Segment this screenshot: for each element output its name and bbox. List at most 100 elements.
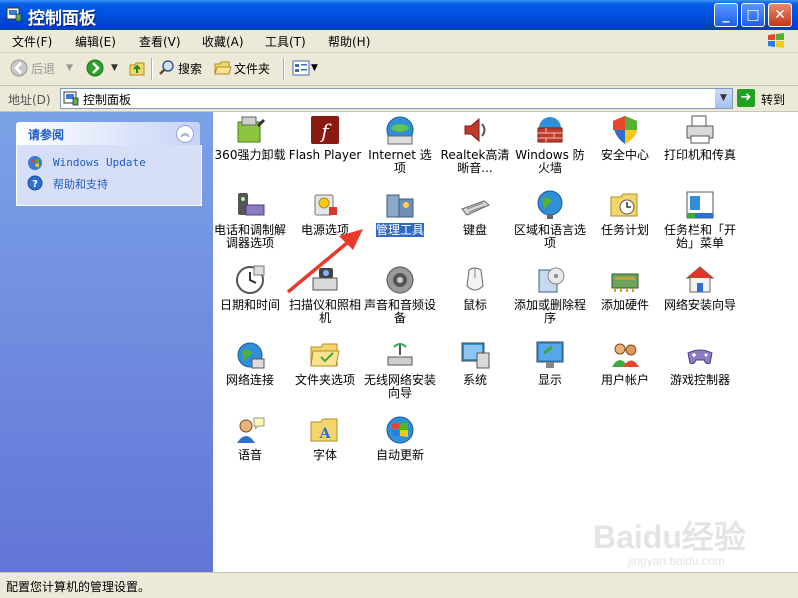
cp-item[interactable]: 电源选项 [288,189,362,263]
forward-arrow-icon[interactable] [86,59,104,77]
cp-item[interactable]: 无线网络安装向导 [363,339,437,413]
watermark-sub: jingyan.baidu.com [628,554,725,568]
cp-item[interactable]: 360强力卸载 [213,114,287,188]
menu-help[interactable]: 帮助(H) [328,33,370,50]
cp-item-label: 扫描仪和照相机 [288,298,361,325]
views-icon[interactable] [292,59,310,77]
menu-view[interactable]: 查看(V) [139,33,181,50]
cp-item-label: 无线网络安装向导 [363,373,436,400]
network-connections-icon [237,342,265,369]
flash-icon: f [311,116,339,144]
menu-tools[interactable]: 工具(T) [265,33,306,50]
cp-item[interactable]: f Flash Player [288,114,362,188]
cp-item-label: 任务栏和「开始」菜单 [663,223,736,250]
forward-dropdown-icon[interactable]: ▼ [111,63,118,73]
menu-favorites[interactable]: 收藏(A) [202,33,244,50]
menu-file[interactable]: 文件(F) [12,33,52,50]
see-also-header[interactable]: 请参阅 ︽ [16,122,200,145]
watermark-main: Baidu经验 [593,519,746,555]
address-dropdown-icon[interactable]: ▼ [715,89,732,108]
cp-item[interactable]: 扫描仪和照相机 [288,264,362,338]
search-icon[interactable] [158,59,176,77]
keyboard-icon [461,200,490,216]
menu-edit[interactable]: 编辑(E) [75,33,116,50]
cp-item[interactable]: 游戏控制器 [663,339,737,413]
cp-item[interactable]: 日期和时间 [213,264,287,338]
printer-icon [686,115,714,144]
cp-item-label: 添加硬件 [600,298,649,312]
cp-item-label: 声音和音频设备 [363,298,436,325]
back-arrow-icon[interactable] [10,59,28,77]
minimize-button[interactable]: _ [714,3,738,27]
taskbar-icon [686,191,714,219]
title-bar[interactable]: 控制面板 _ □ ✕ [0,0,798,30]
close-button[interactable]: ✕ [768,3,792,27]
control-panel-icon [6,7,22,22]
help-icon: ? [27,175,43,191]
cp-item-label: 管理工具 [375,223,424,237]
cp-item[interactable]: 管理工具 [363,189,437,263]
maximize-button[interactable]: □ [741,3,765,27]
cp-item[interactable]: 文件夹选项 [288,339,362,413]
cp-item-label: 电源选项 [300,223,349,237]
folders-icon[interactable] [214,59,232,77]
address-input[interactable]: 控制面板 ▼ [60,88,733,109]
cp-item-label: 网络连接 [225,373,274,387]
cp-item-label: 显示 [537,373,562,387]
cp-item-label: Windows 防火墙 [515,148,585,175]
cp-item[interactable]: 区域和语言选项 [513,189,587,263]
cp-item[interactable]: 电话和调制解调器选项 [213,189,287,263]
phone-modem-icon [238,193,265,216]
cp-item[interactable]: Windows 防火墙 [513,114,587,188]
shield-icon [613,116,637,144]
cp-item[interactable]: 任务栏和「开始」菜单 [663,189,737,263]
system-icon [461,342,490,369]
views-dropdown-icon[interactable]: ▼ [311,63,318,73]
cp-item-label: 日期和时间 [219,298,280,312]
cp-item[interactable]: Realtek高清晰音... [438,114,512,188]
cp-item-label: 网络安装向导 [663,298,736,312]
cp-item[interactable]: 打印机和传真 [663,114,737,188]
cp-item[interactable]: 系统 [438,339,512,413]
search-button[interactable]: 搜索 [178,60,202,77]
cp-item[interactable]: 添加或删除程序 [513,264,587,338]
cp-item[interactable]: 自动更新 [363,414,437,488]
cp-item-label: Realtek高清晰音... [440,148,510,175]
admin-tools-icon [386,194,414,218]
go-button[interactable]: ➜ 转到 [737,89,793,108]
cp-item[interactable]: 网络连接 [213,339,287,413]
windows-update-label: Windows Update [53,156,146,169]
window-title: 控制面板 [28,9,96,29]
see-also-body: Windows Update ? 帮助和支持 [16,145,202,206]
network-setup-icon [685,266,715,293]
cp-item[interactable]: 鼠标 [438,264,512,338]
game-controller-icon [687,349,713,365]
cp-item[interactable]: 键盘 [438,189,512,263]
cp-item[interactable]: 用户帐户 [588,339,662,413]
cp-item[interactable]: 声音和音频设备 [363,264,437,338]
up-folder-icon[interactable] [128,59,146,77]
back-button[interactable]: 后退 [31,60,55,77]
sound-icon [386,266,414,294]
folder-options-icon [310,343,340,367]
cp-item-label: 360强力卸载 [214,148,286,162]
cp-item-label: 自动更新 [375,448,424,462]
address-label: 地址(D) [8,93,51,107]
cp-item[interactable]: 语音 [213,414,287,488]
cp-item[interactable]: 网络安装向导 [663,264,737,338]
cp-item[interactable]: Internet 选项 [363,114,437,188]
display-icon [536,341,564,368]
status-bar: 配置您计算机的管理设置。 [0,572,798,598]
collapse-chevron-icon[interactable]: ︽ [176,125,194,143]
speech-icon [237,417,265,443]
cp-item[interactable]: 任务计划 [588,189,662,263]
back-dropdown-icon[interactable]: ▼ [66,63,73,73]
cp-item[interactable]: 显示 [513,339,587,413]
cp-item[interactable]: 安全中心 [588,114,662,188]
cp-item-label: Flash Player [288,148,362,162]
cp-item[interactable]: A 字体 [288,414,362,488]
cp-item-label: 区域和语言选项 [513,223,586,250]
cp-item-label: 键盘 [462,223,487,237]
folders-button[interactable]: 文件夹 [234,60,270,77]
cp-item[interactable]: 添加硬件 [588,264,662,338]
